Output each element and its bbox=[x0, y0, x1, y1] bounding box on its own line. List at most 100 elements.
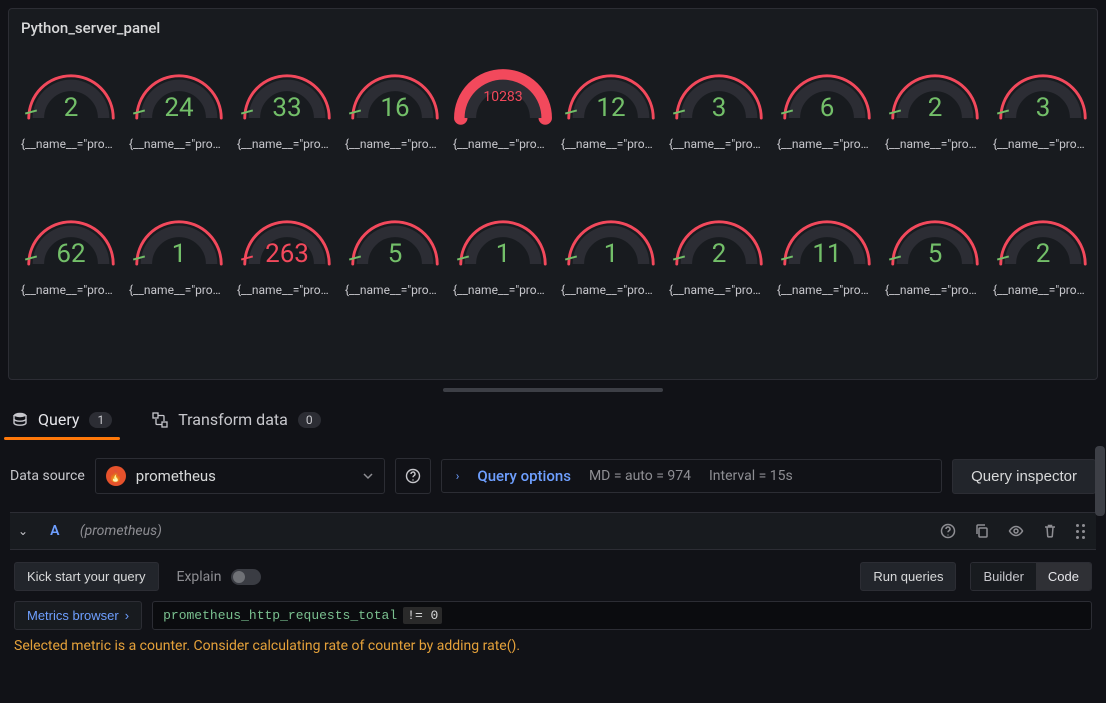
gauge-value: 2 bbox=[671, 239, 767, 269]
gauge-label: {__name__="prom… bbox=[669, 283, 769, 297]
gauge-cell[interactable]: 11 {__name__="prom… bbox=[773, 211, 881, 297]
gauge-value: 16 bbox=[347, 93, 443, 123]
gauge-cell[interactable]: 10283{__name__="prom… bbox=[449, 65, 557, 151]
query-row-header: ⌄ A (prometheus) bbox=[10, 512, 1096, 550]
gauge-label: {__name__="prom… bbox=[237, 137, 337, 151]
gauge-cell[interactable]: 3 {__name__="prom… bbox=[665, 65, 773, 151]
query-editor: ⌄ A (prometheus) Kick start your query E… bbox=[0, 512, 1106, 674]
gauge-value: 11 bbox=[779, 239, 875, 269]
gauge-cell[interactable]: 1{__name__="prom… bbox=[557, 211, 665, 297]
gauge-cell[interactable]: 5 {__name__="prom… bbox=[881, 211, 989, 297]
query-options-interval: Interval = 15s bbox=[709, 468, 793, 484]
transform-icon bbox=[152, 412, 168, 428]
help-icon bbox=[405, 468, 421, 484]
gauge-cell[interactable]: 16 {__name__="prom… bbox=[341, 65, 449, 151]
gauge-value: 3 bbox=[995, 93, 1091, 123]
gauge-value: 1 bbox=[131, 239, 227, 269]
editor-tabs: Query 1 Transform data 0 bbox=[0, 392, 1106, 440]
gauge-cell[interactable]: 62 {__name__="prom… bbox=[17, 211, 125, 297]
gauge-value: 5 bbox=[347, 239, 443, 269]
gauge: 1 bbox=[131, 211, 227, 271]
gauge-label: {__name__="prom… bbox=[777, 137, 877, 151]
gauge: 2 bbox=[995, 211, 1091, 271]
gauge-label: {__name__="prom… bbox=[777, 283, 877, 297]
gauge-value: 62 bbox=[23, 239, 119, 269]
query-ref-id[interactable]: A bbox=[50, 523, 60, 539]
query-source-label: (prometheus) bbox=[80, 523, 162, 539]
trash-icon[interactable] bbox=[1042, 523, 1058, 539]
gauge-cell[interactable]: 24 {__name__="prom… bbox=[125, 65, 233, 151]
panel-title[interactable]: Python_server_panel bbox=[17, 17, 1089, 45]
help-icon[interactable] bbox=[940, 523, 956, 539]
gauge-value: 1 bbox=[563, 239, 659, 269]
kick-start-button[interactable]: Kick start your query bbox=[14, 562, 159, 591]
gauge-cell[interactable]: 1 {__name__="prom… bbox=[449, 211, 557, 297]
gauge: 2 bbox=[671, 211, 767, 271]
gauge: 33 bbox=[239, 65, 335, 125]
gauge-cell[interactable]: 2{__name__="prom… bbox=[989, 211, 1097, 297]
explain-toggle[interactable] bbox=[231, 569, 261, 585]
gauge-label: {__name__="prom… bbox=[237, 283, 337, 297]
visualization-panel: Python_server_panel 2{__name__="prom…24{… bbox=[8, 8, 1098, 380]
gauge: 1 bbox=[563, 211, 659, 271]
gauge: 5 bbox=[887, 211, 983, 271]
gauge-cell[interactable]: 2 {__name__="prom… bbox=[665, 211, 773, 297]
datasource-help-button[interactable] bbox=[395, 458, 431, 494]
query-options[interactable]: › Query options MD = auto = 974 Interval… bbox=[441, 459, 942, 493]
run-queries-button[interactable]: Run queries bbox=[860, 562, 956, 591]
gauge-value: 6 bbox=[779, 93, 875, 123]
gauge-label: {__name__="prom… bbox=[129, 137, 229, 151]
gauge-cell[interactable]: 3 {__name__="prom… bbox=[989, 65, 1097, 151]
gauge-label: {__name__="prom… bbox=[885, 137, 985, 151]
gauge-cell[interactable]: 1{__name__="prom… bbox=[125, 211, 233, 297]
gauge: 6 bbox=[779, 65, 875, 125]
gauge-value: 2 bbox=[887, 93, 983, 123]
gauge-value: 5 bbox=[887, 239, 983, 269]
explain-label: Explain bbox=[177, 569, 222, 585]
gauge-label: {__name__="prom… bbox=[993, 137, 1093, 151]
collapse-query-toggle[interactable]: ⌄ bbox=[16, 524, 30, 538]
gauge-value: 3 bbox=[671, 93, 767, 123]
gauge: 12 bbox=[563, 65, 659, 125]
editor-mode-segment: Builder Code bbox=[970, 562, 1092, 591]
expr-metric: prometheus_http_requests_total bbox=[163, 608, 397, 623]
code-mode-button[interactable]: Code bbox=[1036, 563, 1091, 590]
builder-mode-button[interactable]: Builder bbox=[971, 563, 1035, 590]
gauge: 24 bbox=[131, 65, 227, 125]
vertical-scrollbar[interactable] bbox=[1095, 446, 1105, 516]
gauge-cell[interactable]: 5{__name__="prom… bbox=[341, 211, 449, 297]
gauge-label: {__name__="prom… bbox=[669, 137, 769, 151]
gauge-label: {__name__="prom… bbox=[885, 283, 985, 297]
query-expression-input[interactable]: prometheus_http_requests_total!= 0 bbox=[152, 601, 1092, 630]
gauge-value: 33 bbox=[239, 93, 335, 123]
gauge-cell[interactable]: 12{__name__="prom… bbox=[557, 65, 665, 151]
tab-query[interactable]: Query 1 bbox=[8, 400, 116, 439]
gauge-cell[interactable]: 2 {__name__="prom… bbox=[881, 65, 989, 151]
copy-icon[interactable] bbox=[974, 523, 990, 539]
datasource-select[interactable]: prometheus bbox=[95, 458, 385, 494]
tab-transform[interactable]: Transform data 0 bbox=[148, 400, 324, 439]
gauge-cell[interactable]: 2{__name__="prom… bbox=[17, 65, 125, 151]
drag-handle-icon[interactable] bbox=[1076, 524, 1090, 539]
metrics-browser-button[interactable]: Metrics browser › bbox=[14, 601, 142, 630]
gauge-value: 2 bbox=[995, 239, 1091, 269]
chevron-down-icon bbox=[362, 470, 374, 482]
gauge-label: {__name__="prom… bbox=[453, 283, 553, 297]
gauge-label: {__name__="prom… bbox=[345, 137, 445, 151]
gauge-cell[interactable]: 33 {__name__="prom… bbox=[233, 65, 341, 151]
gauge-value: 2 bbox=[23, 93, 119, 123]
gauge-cell[interactable]: 6 {__name__="prom… bbox=[773, 65, 881, 151]
gauge-value: 1 bbox=[455, 239, 551, 269]
gauge: 3 bbox=[671, 65, 767, 125]
gauge: 11 bbox=[779, 211, 875, 271]
gauge: 1 bbox=[455, 211, 551, 271]
query-inspector-button[interactable]: Query inspector bbox=[952, 459, 1096, 494]
gauge: 2 bbox=[23, 65, 119, 125]
datasource-label: Data source bbox=[10, 468, 85, 484]
query-options-title: Query options bbox=[477, 467, 571, 485]
eye-icon[interactable] bbox=[1008, 523, 1024, 539]
gauge-label: {__name__="prom… bbox=[21, 283, 121, 297]
tab-query-label: Query bbox=[38, 410, 79, 429]
metrics-browser-label: Metrics browser bbox=[27, 608, 119, 623]
gauge-cell[interactable]: 263{__name__="prom… bbox=[233, 211, 341, 297]
